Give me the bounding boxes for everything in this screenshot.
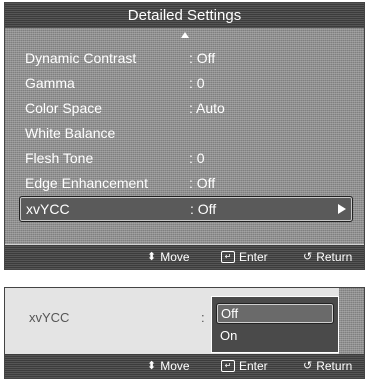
enter-label: Enter [239,250,268,264]
menu-item-label: White Balance [25,125,116,141]
menu-item-value: : Off [189,175,216,191]
menu-item-gamma[interactable]: Gamma : 0 [19,71,351,95]
menu-item-dynamic-contrast[interactable]: Dynamic Contrast : Off [19,46,351,70]
xvycc-options-dropdown[interactable]: Off On [211,296,339,353]
settings-list: Dynamic Contrast : Off Gamma : 0 Color S… [5,28,364,244]
enter-icon: ↵ [221,360,235,372]
menu-item-label: Gamma [25,75,75,91]
menu-item-label: Edge Enhancement [25,175,148,191]
submenu-label: xvYCC [29,310,70,325]
submenu-side-strip [339,288,364,356]
menu-item-label: xvYCC [26,201,70,217]
return-icon: ↺ [303,360,313,372]
detailed-settings-panel: Detailed Settings Dynamic Contrast : Off… [4,2,365,270]
menu-item-value: : Off [189,50,216,66]
move-hint: ⬍ Move [147,354,190,378]
menu-item-label: Color Space [25,100,103,116]
menu-footer: ⬍ Move ↵ Enter ↺ Return [5,245,364,269]
updown-arrows-icon: ⬍ [147,360,157,372]
return-hint: ↺ Return [303,245,352,269]
menu-item-label: Flesh Tone [25,150,94,166]
enter-hint: ↵ Enter [221,245,268,269]
option-off[interactable]: Off [216,303,334,324]
return-label: Return [316,359,353,373]
menu-item-value: : 0 [189,75,205,91]
move-label: Move [160,359,190,373]
enter-icon: ↵ [221,251,235,263]
menu-item-value: : Off [190,201,217,217]
move-label: Move [160,250,190,264]
xvycc-submenu-panel: xvYCC : Off On ⬍ Move ↵ Enter ↺ Return [4,287,365,379]
triangle-right-icon [338,204,346,214]
menu-item-value: : Auto [189,100,225,116]
menu-item-value: : 0 [189,150,205,166]
return-icon: ↺ [303,251,313,263]
menu-item-label: Dynamic Contrast [25,50,137,66]
enter-label: Enter [239,359,268,373]
option-label: On [220,328,238,343]
submenu-colon: : [201,310,205,325]
menu-item-xvycc[interactable]: xvYCC : Off [19,196,353,222]
option-label: Off [221,306,239,321]
menu-title-bar: Detailed Settings [5,3,364,28]
submenu-footer: ⬍ Move ↵ Enter ↺ Return [5,354,364,378]
menu-item-flesh-tone[interactable]: Flesh Tone : 0 [19,146,351,170]
menu-item-color-space[interactable]: Color Space : Auto [19,96,351,120]
move-hint: ⬍ Move [147,245,190,269]
enter-hint: ↵ Enter [221,354,268,378]
option-on[interactable]: On [216,326,332,345]
menu-item-edge-enhancement[interactable]: Edge Enhancement : Off [19,171,351,195]
menu-title: Detailed Settings [127,7,242,24]
return-label: Return [316,250,353,264]
scroll-up-icon[interactable] [181,32,189,38]
submenu-label-area: xvYCC : [5,288,209,356]
menu-item-white-balance[interactable]: White Balance [19,121,351,145]
updown-arrows-icon: ⬍ [147,251,157,263]
return-hint: ↺ Return [303,354,352,378]
